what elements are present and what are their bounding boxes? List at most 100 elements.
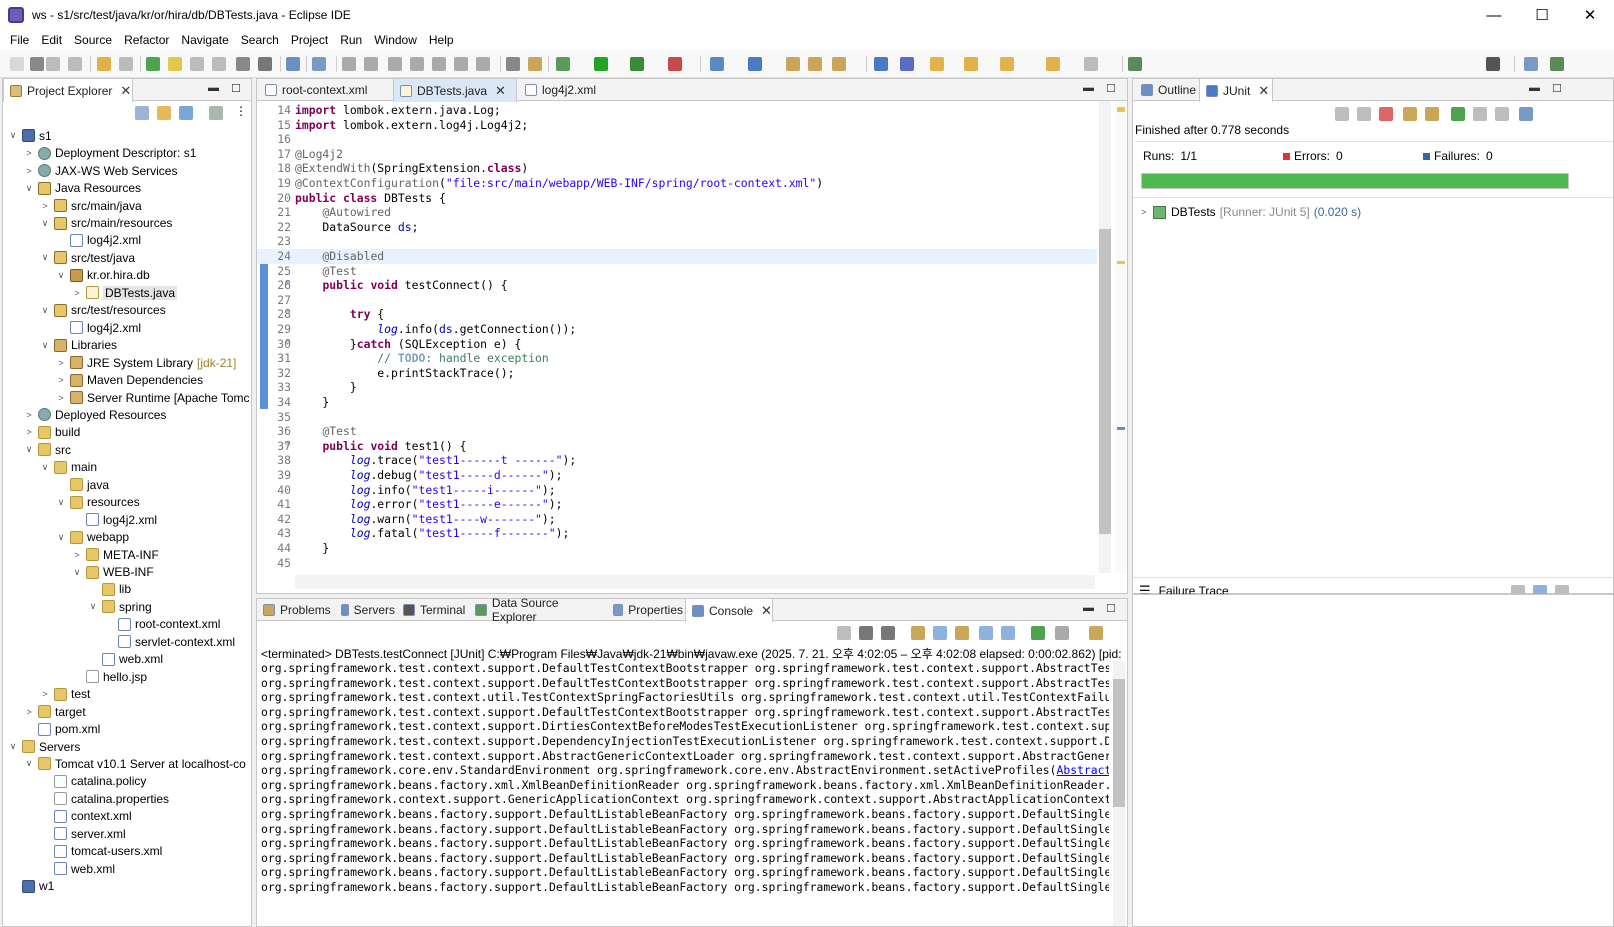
chevron-down-icon[interactable]: ∨: [39, 340, 51, 351]
redo-icon[interactable]: [119, 57, 133, 71]
show-whitespace-icon[interactable]: [236, 57, 250, 71]
search-annotation-icon[interactable]: [832, 57, 846, 71]
filter-icon[interactable]: [179, 106, 193, 120]
tree-item[interactable]: hello.jsp: [71, 668, 147, 686]
tree-item[interactable]: java: [55, 476, 109, 494]
resume-icon[interactable]: [342, 57, 356, 71]
terminate-icon[interactable]: [837, 626, 851, 640]
tree-item[interactable]: ∨ WEB-INF: [71, 563, 154, 581]
chevron-right-icon[interactable]: >: [39, 201, 51, 211]
code-line[interactable]: 30 }catch (SQLException e) {: [257, 337, 1097, 352]
rerun-test-icon[interactable]: [1451, 107, 1465, 121]
tree-item[interactable]: > Maven Dependencies: [55, 371, 203, 389]
menu-edit[interactable]: Edit: [35, 33, 68, 47]
tree-item[interactable]: w1: [7, 877, 54, 895]
code-line[interactable]: 26 public void testConnect() {: [257, 278, 1097, 293]
tree-item[interactable]: pom.xml: [23, 720, 100, 738]
open-task-icon[interactable]: [808, 57, 822, 71]
tree-item[interactable]: > target: [23, 703, 85, 721]
maximize-button[interactable]: ☐: [1518, 0, 1566, 30]
tree-item[interactable]: ∨ src/test/resources: [39, 302, 166, 320]
tree-item[interactable]: ∨ resources: [55, 493, 140, 511]
show-skipped-icon[interactable]: [1403, 107, 1417, 121]
chevron-down-icon[interactable]: ∨: [39, 305, 51, 316]
tree-item[interactable]: ∨ src/test/java: [39, 249, 135, 267]
code-line[interactable]: 34 }: [257, 395, 1097, 410]
word-wrap-icon[interactable]: [955, 626, 969, 640]
use-step-filters-icon[interactable]: [528, 57, 542, 71]
tree-item[interactable]: ∨ src: [23, 441, 71, 459]
new-java-project-icon[interactable]: [146, 57, 160, 71]
tree-item[interactable]: > build: [23, 424, 80, 442]
menu-file[interactable]: File: [4, 33, 35, 47]
fold-icon[interactable]: ⊖: [285, 307, 290, 317]
stop-test-icon[interactable]: [1495, 107, 1509, 121]
tab-properties[interactable]: Properties: [607, 599, 683, 621]
tree-item[interactable]: > Deployment Descriptor: s1: [23, 144, 196, 162]
fold-icon[interactable]: ⊖: [285, 278, 290, 288]
remove-launch-icon[interactable]: [859, 626, 873, 640]
chevron-right-icon[interactable]: >: [23, 427, 35, 437]
tree-item[interactable]: lib: [87, 581, 131, 599]
tree-item[interactable]: ∨ main: [39, 459, 97, 477]
editor-vertical-scrollbar[interactable]: [1099, 101, 1111, 573]
warning-marker[interactable]: [1117, 107, 1125, 112]
minimize-view-icon[interactable]: ▬: [208, 82, 219, 94]
open-perspective-icon[interactable]: [1128, 57, 1142, 71]
chevron-down-icon[interactable]: ∨: [39, 218, 51, 229]
step-over-icon[interactable]: [454, 57, 468, 71]
dropdown-icon[interactable]: [30, 57, 44, 71]
minimize-button[interactable]: —: [1470, 0, 1518, 30]
editor-scroll-thumb[interactable]: [1099, 229, 1111, 534]
tree-item[interactable]: > DBTests.java: [71, 284, 178, 302]
save-icon[interactable]: [46, 57, 60, 71]
focus-icon[interactable]: [209, 106, 223, 120]
display-console-icon[interactable]: [1055, 626, 1069, 640]
code-line[interactable]: 39 log.debug("test1-----d------");: [257, 468, 1097, 483]
console-minimize-icon[interactable]: ▬: [1083, 602, 1094, 614]
chevron-right-icon[interactable]: >: [55, 358, 67, 368]
code-line[interactable]: 42 log.warn("test1----w-------");: [257, 512, 1097, 527]
undo-icon[interactable]: [97, 57, 111, 71]
tree-item[interactable]: ∨ kr.or.hira.db: [55, 267, 150, 285]
step-into-icon[interactable]: [432, 57, 446, 71]
code-line[interactable]: 44 }: [257, 541, 1097, 556]
code-line[interactable]: 22 DataSource ds;: [257, 220, 1097, 235]
tree-item[interactable]: web.xml: [39, 860, 115, 878]
tab-servers[interactable]: Servers: [335, 599, 395, 621]
code-line[interactable]: 23: [257, 234, 1097, 249]
new-server-icon[interactable]: [710, 57, 724, 71]
code-line[interactable]: 14 import lombok.extern.java.Log;: [257, 103, 1097, 118]
pin-console-icon[interactable]: [1031, 626, 1045, 640]
tab-dbtests-java[interactable]: DBTests.java ✕: [393, 79, 517, 102]
open-type-icon[interactable]: [786, 57, 800, 71]
code-line[interactable]: 36 @Test: [257, 424, 1097, 439]
code-line[interactable]: 45: [257, 556, 1097, 571]
terminate-icon[interactable]: [388, 57, 402, 71]
junit-result-row[interactable]: > DBTests [Runner: JUnit 5] (0.020 s): [1141, 205, 1361, 219]
tree-item[interactable]: > JRE System Library [jdk-21]: [55, 354, 236, 372]
next-annotation-icon[interactable]: [212, 57, 226, 71]
clear-console-icon[interactable]: [911, 626, 925, 640]
coverage-icon[interactable]: [630, 57, 644, 71]
tree-item[interactable]: servlet-context.xml: [103, 633, 235, 651]
chevron-right-icon[interactable]: >: [71, 550, 83, 560]
new-class-icon[interactable]: [748, 57, 762, 71]
tree-item[interactable]: ∨ src/main/resources: [39, 214, 173, 232]
chevron-down-icon[interactable]: ∨: [55, 270, 67, 281]
maximize-view-icon[interactable]: ☐: [231, 82, 241, 95]
stacktrace-link[interactable]: AbstractE: [1057, 763, 1110, 777]
chevron-right-icon[interactable]: >: [55, 375, 67, 385]
tree-item[interactable]: server.xml: [39, 825, 126, 843]
chevron-down-icon[interactable]: ∨: [55, 497, 67, 508]
test-run-history-icon[interactable]: [1519, 107, 1533, 121]
scroll-lock-icon[interactable]: [1425, 107, 1439, 121]
tab-data-source-explorer[interactable]: Data Source Explorer: [469, 596, 605, 624]
code-line[interactable]: 25 @Test: [257, 264, 1097, 279]
tab-terminal[interactable]: Terminal: [397, 599, 467, 621]
console-maximize-icon[interactable]: ☐: [1106, 602, 1116, 615]
search-icon[interactable]: [1486, 57, 1500, 71]
tab-root-context-xml[interactable]: root-context.xml: [259, 79, 391, 101]
java-ee-perspective-icon[interactable]: [1524, 57, 1538, 71]
tab-junit[interactable]: JUnit ✕: [1199, 79, 1273, 102]
